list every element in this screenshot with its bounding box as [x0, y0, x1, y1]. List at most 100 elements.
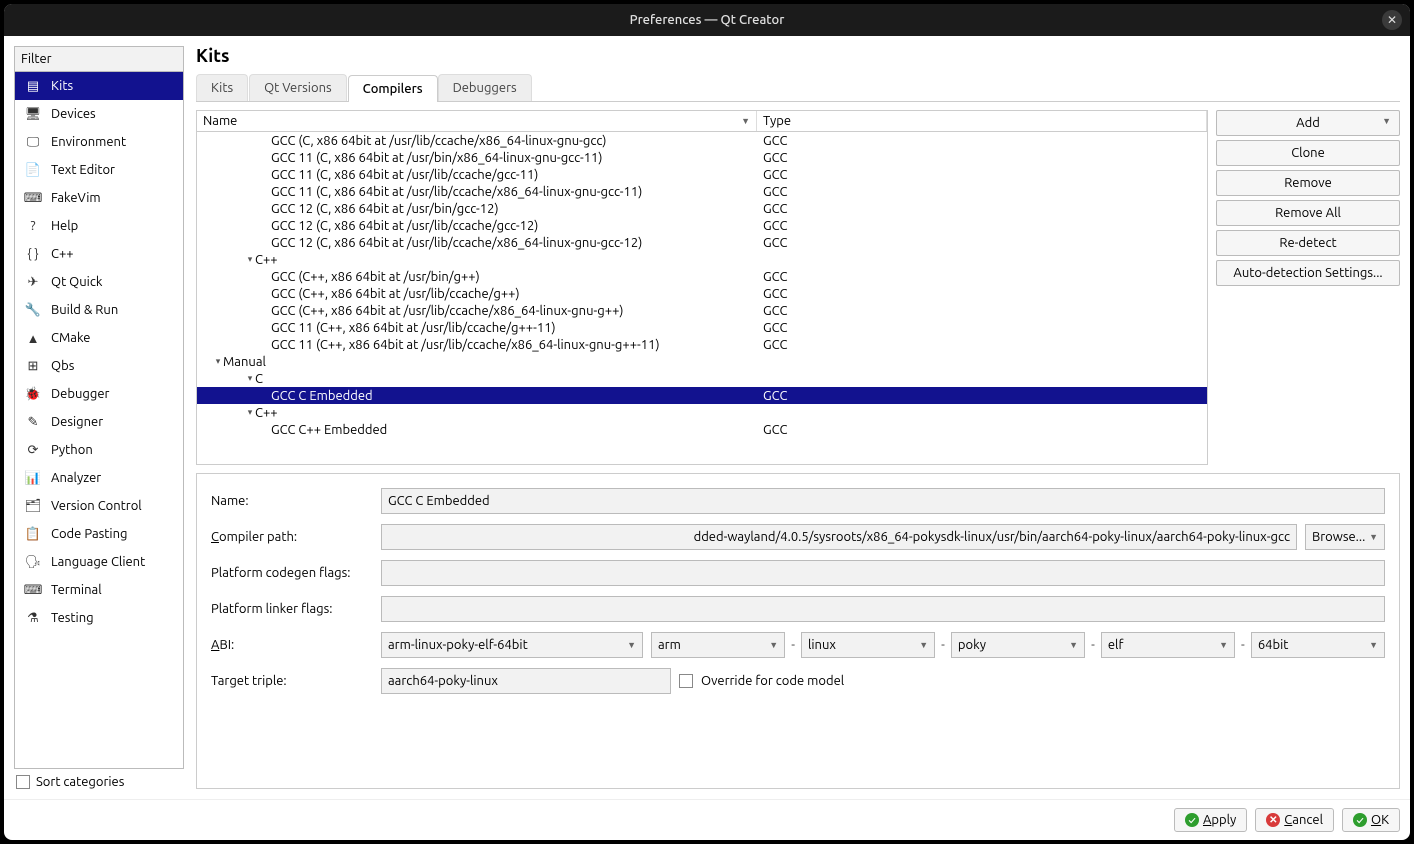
sidebar-item-analyzer[interactable]: 📊Analyzer [15, 464, 183, 492]
sidebar-item-terminal[interactable]: ⌨Terminal [15, 576, 183, 604]
tree-row[interactable]: ▾C++ [197, 404, 1207, 421]
tab-debuggers[interactable]: Debuggers [438, 74, 532, 101]
ok-button[interactable]: ✓OK [1342, 808, 1400, 832]
close-button[interactable]: ✕ [1382, 10, 1402, 30]
expander-icon[interactable]: ▾ [245, 254, 255, 265]
codegen-input[interactable] [381, 560, 1385, 586]
remove-all-button[interactable]: Remove All [1216, 200, 1400, 226]
tree-row-name: GCC 11 (C, x86 64bit at /usr/lib/ccache/… [271, 168, 538, 182]
tree-row[interactable]: ▾C [197, 370, 1207, 387]
filter-input[interactable]: Filter [14, 46, 184, 72]
sidebar-item-kits[interactable]: ▤Kits [15, 72, 183, 100]
sort-row[interactable]: Sort categories [14, 769, 184, 789]
qtquick-icon: ✈ [25, 274, 41, 290]
tree-row[interactable]: GCC 11 (C, x86 64bit at /usr/lib/ccache/… [197, 183, 1207, 200]
tree-row-name: C [255, 372, 263, 386]
tree-row[interactable]: GCC 12 (C, x86 64bit at /usr/bin/gcc-12)… [197, 200, 1207, 217]
clone-button[interactable]: Clone [1216, 140, 1400, 166]
cancel-button[interactable]: ✕Cancel [1255, 808, 1334, 832]
linker-input[interactable] [381, 596, 1385, 622]
tree-row-type: GCC [757, 134, 1207, 148]
kits-icon: ▤ [25, 78, 41, 94]
tree-row[interactable]: GCC (C++, x86 64bit at /usr/lib/ccache/g… [197, 285, 1207, 302]
abi-part-4-combo[interactable]: 64bit▼ [1251, 632, 1385, 658]
tree-row[interactable]: GCC 11 (C, x86 64bit at /usr/lib/ccache/… [197, 166, 1207, 183]
sidebar-item-c-[interactable]: { }C++ [15, 240, 183, 268]
browse-button[interactable]: Browse...▼ [1305, 524, 1385, 550]
col-header-name[interactable]: Name▼ [197, 111, 757, 131]
tree-row[interactable]: GCC C++ EmbeddedGCC [197, 421, 1207, 438]
abi-part-2-combo[interactable]: poky▼ [951, 632, 1085, 658]
tree-row-name: C++ [255, 253, 278, 267]
sidebar-item-python[interactable]: ⟳Python [15, 436, 183, 464]
tree-row[interactable]: GCC 11 (C, x86 64bit at /usr/bin/x86_64-… [197, 149, 1207, 166]
vcs-icon: 🗂 [25, 498, 41, 514]
tree-row[interactable]: GCC (C++, x86 64bit at /usr/bin/g++)GCC [197, 268, 1207, 285]
sidebar-item-environment[interactable]: 🖵Environment [15, 128, 183, 156]
page-title: Kits [196, 46, 1400, 66]
sidebar-item-code-pasting[interactable]: 📋Code Pasting [15, 520, 183, 548]
sidebar-item-label: Version Control [51, 499, 142, 513]
re-detect-button[interactable]: Re-detect [1216, 230, 1400, 256]
tree-row-type: GCC [757, 304, 1207, 318]
compiler-path-input[interactable]: dded-wayland/4.0.5/sysroots/x86_64-pokys… [381, 524, 1297, 550]
sidebar-item-version-control[interactable]: 🗂 Version Control [15, 492, 183, 520]
abi-part-3-combo[interactable]: elf▼ [1101, 632, 1235, 658]
sidebar-item-testing[interactable]: ⚗Testing [15, 604, 183, 632]
expander-icon[interactable]: ▾ [245, 373, 255, 384]
tree-row[interactable]: ▾C++ [197, 251, 1207, 268]
sidebar-item-text-editor[interactable]: 📄Text Editor [15, 156, 183, 184]
sidebar-item-label: Code Pasting [51, 527, 127, 541]
sidebar-item-debugger[interactable]: 🐞Debugger [15, 380, 183, 408]
override-checkbox[interactable] [679, 674, 693, 688]
name-label: Name: [211, 494, 373, 508]
col-header-type[interactable]: Type [757, 111, 1207, 131]
tab-kits[interactable]: Kits [196, 74, 248, 101]
python-icon: ⟳ [25, 442, 41, 458]
target-input[interactable]: aarch64-poky-linux [381, 668, 671, 694]
expander-icon[interactable]: ▾ [245, 407, 255, 418]
auto-detection-settings-button[interactable]: Auto-detection Settings... [1216, 260, 1400, 286]
chevron-down-icon: ▼ [1369, 640, 1378, 650]
tree-row-type: GCC [757, 287, 1207, 301]
sidebar-item-language-client[interactable]: 🗣Language Client [15, 548, 183, 576]
sidebar-item-devices[interactable]: 🖥Devices [15, 100, 183, 128]
sidebar-item-designer[interactable]: ✎Designer [15, 408, 183, 436]
tree-row[interactable]: GCC C EmbeddedGCC [197, 387, 1207, 404]
expander-icon[interactable]: ▾ [213, 356, 223, 367]
abi-part-1-combo[interactable]: linux▼ [801, 632, 935, 658]
tree-row[interactable]: ▾Manual [197, 353, 1207, 370]
tree-row[interactable]: GCC (C, x86 64bit at /usr/lib/ccache/x86… [197, 132, 1207, 149]
tree-row[interactable]: GCC 11 (C++, x86 64bit at /usr/lib/ccach… [197, 336, 1207, 353]
sidebar-item-fakevim[interactable]: ⌨FakeVim [15, 184, 183, 212]
sidebar-item-qbs[interactable]: ⊞Qbs [15, 352, 183, 380]
remove-button[interactable]: Remove [1216, 170, 1400, 196]
sidebar-item-cmake[interactable]: ▲CMake [15, 324, 183, 352]
tree-row-type: GCC [757, 202, 1207, 216]
tab-qt-versions[interactable]: Qt Versions [249, 74, 347, 101]
tree-row[interactable]: GCC 12 (C, x86 64bit at /usr/lib/ccache/… [197, 234, 1207, 251]
tree-row[interactable]: GCC (C++, x86 64bit at /usr/lib/ccache/x… [197, 302, 1207, 319]
sidebar-item-build-run[interactable]: 🔧Build & Run [15, 296, 183, 324]
tab-compilers[interactable]: Compilers [348, 75, 438, 102]
tree-row-name: GCC 12 (C, x86 64bit at /usr/lib/ccache/… [271, 236, 642, 250]
tree-row-name: GCC C Embedded [271, 389, 373, 403]
add-button[interactable]: Add▼ [1216, 110, 1400, 136]
tree-row[interactable]: GCC 11 (C++, x86 64bit at /usr/lib/ccach… [197, 319, 1207, 336]
lang-icon: 🗣 [25, 554, 41, 570]
apply-button[interactable]: ✓Apply [1174, 808, 1247, 832]
fakevim-icon: ⌨ [25, 190, 41, 206]
sort-checkbox[interactable] [16, 775, 30, 789]
abi-combo[interactable]: arm-linux-poky-elf-64bit▼ [381, 632, 643, 658]
sidebar-item-label: Text Editor [51, 163, 115, 177]
chevron-down-icon: ▼ [627, 640, 636, 650]
tree-scroll[interactable]: GCC (C, x86 64bit at /usr/lib/ccache/x86… [197, 132, 1207, 464]
tree-row-type: GCC [757, 338, 1207, 352]
tree-row[interactable]: GCC 12 (C, x86 64bit at /usr/lib/ccache/… [197, 217, 1207, 234]
chevron-down-icon: ▼ [919, 640, 928, 650]
action-buttons: Add▼ Clone Remove Remove All Re-detect Auto-d… [1216, 110, 1400, 465]
sidebar-item-help[interactable]: ?Help [15, 212, 183, 240]
sidebar-item-qt-quick[interactable]: ✈Qt Quick [15, 268, 183, 296]
name-input[interactable]: GCC C Embedded [381, 488, 1385, 514]
abi-part-0-combo[interactable]: arm▼ [651, 632, 785, 658]
